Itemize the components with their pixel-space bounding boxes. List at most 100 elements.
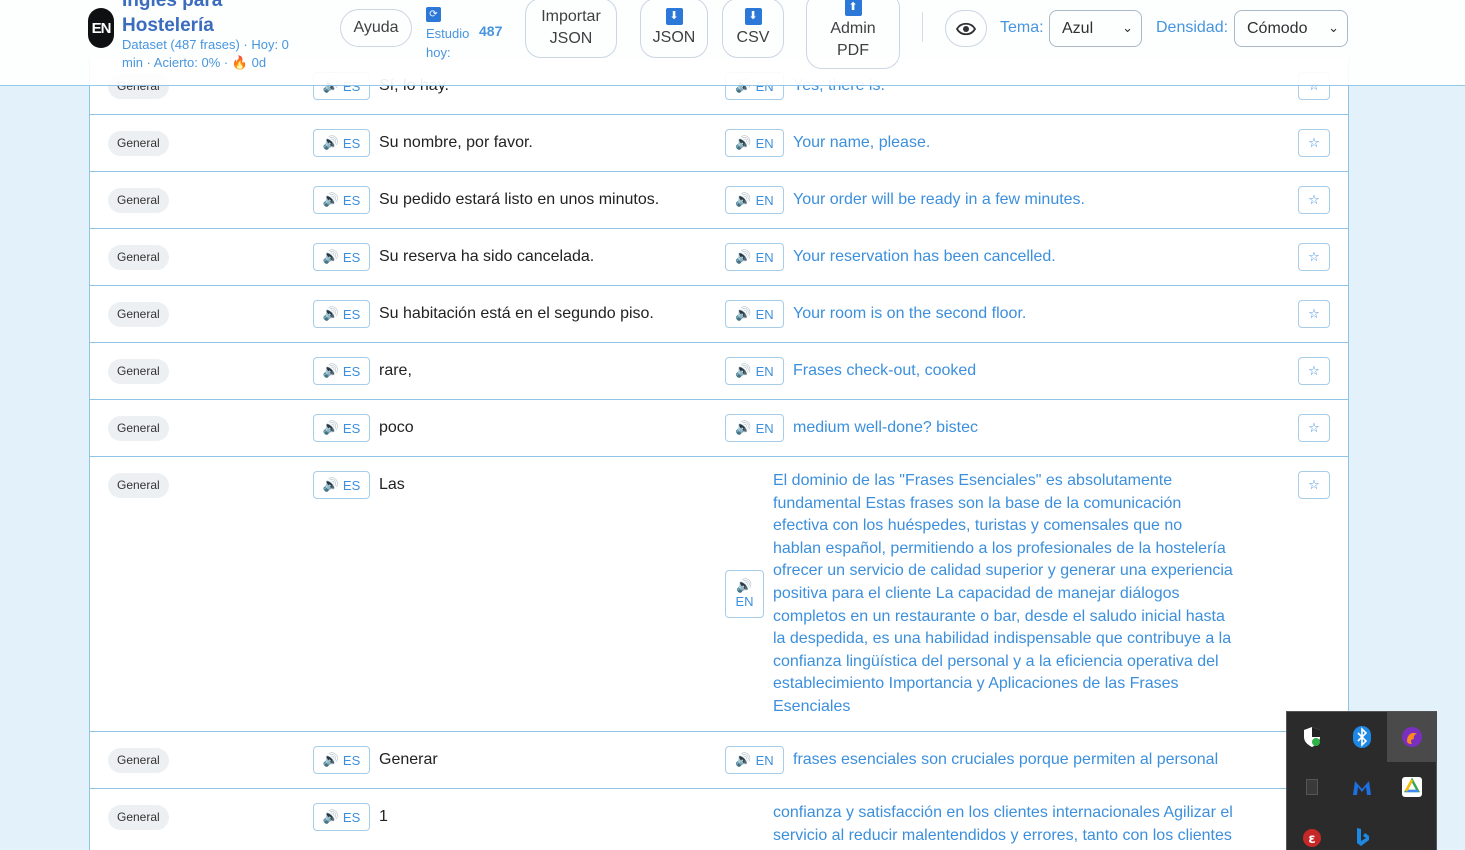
speaker-icon: 🔊 xyxy=(322,249,339,264)
phrase-es: Su nombre, por favor. xyxy=(379,134,533,151)
malwarebytes-icon[interactable] xyxy=(1337,762,1387,812)
table-row: General 🔊 ES Su reserva ha sido cancelada… xyxy=(90,229,1348,286)
table-row: General 🔊 ES 1 confianza y satisfacción e… xyxy=(90,789,1348,850)
category-tag: General xyxy=(108,188,169,213)
app-red-icon[interactable]: ε xyxy=(1287,812,1337,850)
play-es-button[interactable]: 🔊ES xyxy=(313,357,370,385)
play-en-button[interactable]: 🔊EN xyxy=(725,357,784,385)
chevron-down-icon: ⌄ xyxy=(1328,20,1339,35)
favorite-star-button[interactable]: ☆ xyxy=(1298,471,1330,499)
phrase-en: Frases check-out, cooked xyxy=(793,362,977,379)
download-icon: ⬇ xyxy=(744,7,762,25)
table-row: General 🔊 ES Su habitación está en el seg… xyxy=(90,286,1348,343)
json-label: JSON xyxy=(652,28,696,46)
phrase-en: frases esenciales son cruciales porque p… xyxy=(793,751,1219,768)
lang-code: ES xyxy=(342,809,361,825)
play-es-button[interactable]: 🔊ES xyxy=(313,186,370,214)
lang-code: EN xyxy=(755,420,774,436)
phrase-table: General 🔊ES Sí, lo hay. 🔊EN Yes, there i… xyxy=(89,58,1349,850)
phrase-en: confianza y satisfacción en los clientes… xyxy=(773,804,1233,844)
favorite-star-button[interactable]: ☆ xyxy=(1298,186,1330,214)
lang-code: EN xyxy=(755,752,774,768)
eye-icon xyxy=(956,22,976,35)
theme-value: Azul xyxy=(1062,19,1094,37)
table-row: General 🔊 ES Su nombre, por favor. 🔊 EN Yo… xyxy=(90,115,1348,172)
lang-code: EN xyxy=(755,135,774,151)
speaker-icon: 🔊 xyxy=(735,752,752,767)
lang-code: ES xyxy=(342,306,361,322)
help-button[interactable]: Ayuda xyxy=(340,9,412,47)
theme-label: Tema: xyxy=(1000,19,1044,36)
lang-code: ES xyxy=(342,192,361,208)
favorite-star-button[interactable]: ☆ xyxy=(1298,300,1330,328)
svg-text:ε: ε xyxy=(1308,832,1315,847)
play-en-button[interactable]: 🔊EN xyxy=(725,414,784,442)
phrase-en: Your reservation has been cancelled. xyxy=(793,248,1056,265)
category-tag: General xyxy=(108,748,169,773)
speaker-icon: 🔊 xyxy=(322,306,339,321)
play-es-button[interactable]: 🔊ES xyxy=(313,300,370,328)
blank-icon[interactable] xyxy=(1287,762,1337,812)
favorite-star-button[interactable]: ☆ xyxy=(1298,243,1330,271)
table-row: General 🔊 ES Generar 🔊 EN frases esenciale… xyxy=(90,732,1348,789)
play-es-button[interactable]: 🔊ES xyxy=(313,803,370,831)
play-es-button[interactable]: 🔊ES xyxy=(313,471,370,499)
toggle-visibility-button[interactable] xyxy=(945,10,987,47)
speaker-icon: 🔊 xyxy=(322,192,339,207)
download-csv-button[interactable]: ⬇ CSV xyxy=(722,0,784,58)
import-json-button[interactable]: Importar JSON xyxy=(525,0,617,58)
phrase-en: Your name, please. xyxy=(793,134,931,151)
phrase-es: Generar xyxy=(379,751,438,768)
speaker-icon: 🔊 xyxy=(322,420,339,435)
refresh-icon: ⟳ xyxy=(426,7,441,22)
study-today[interactable]: ⟳ Estudio hoy: 487 xyxy=(426,3,506,62)
study-count: 487 xyxy=(479,23,503,39)
shield-icon[interactable] xyxy=(1287,712,1337,762)
density-select[interactable]: Cómodo ⌄ xyxy=(1234,10,1348,47)
bluetooth-icon[interactable] xyxy=(1337,712,1387,762)
admin-pdf-button[interactable]: ⬆ Admin PDF xyxy=(806,0,900,69)
theme-select[interactable]: Azul ⌄ xyxy=(1049,10,1142,47)
speaker-icon: 🔊 xyxy=(736,578,753,593)
import-label: Importar JSON xyxy=(541,8,601,47)
phrase-es: 1 xyxy=(379,808,388,825)
lang-code: ES xyxy=(342,752,361,768)
speaker-icon: 🔊 xyxy=(322,752,339,767)
play-en-button[interactable]: 🔊EN xyxy=(725,746,784,774)
favorite-star-button[interactable]: ☆ xyxy=(1298,414,1330,442)
speaker-icon: 🔊 xyxy=(322,363,339,378)
speaker-icon: 🔊 xyxy=(735,192,752,207)
play-en-button[interactable]: 🔊EN xyxy=(725,129,784,157)
study-label: Estudio hoy: xyxy=(426,26,470,60)
play-en-button[interactable]: 🔊EN xyxy=(725,186,784,214)
category-tag: General xyxy=(108,473,169,498)
play-en-button[interactable]: 🔊EN xyxy=(725,243,784,271)
app-title: Inglés para Hostelería xyxy=(122,0,223,36)
download-json-button[interactable]: ⬇ JSON xyxy=(640,0,708,58)
category-tag: General xyxy=(108,245,169,270)
google-drive-icon[interactable] xyxy=(1387,762,1437,812)
csv-label: CSV xyxy=(736,28,770,46)
admin-label: Admin PDF xyxy=(830,20,876,59)
table-row: General 🔊 ES rare, 🔊 EN Frases check-out, … xyxy=(90,343,1348,400)
bing-icon[interactable] xyxy=(1337,812,1387,850)
speaker-icon: 🔊 xyxy=(322,135,339,150)
favorite-star-button[interactable]: ☆ xyxy=(1298,357,1330,385)
play-en-button[interactable]: 🔊EN xyxy=(725,300,784,328)
favorite-star-button[interactable]: ☆ xyxy=(1298,129,1330,157)
play-es-button[interactable]: 🔊ES xyxy=(313,243,370,271)
phrase-es: Su reserva ha sido cancelada. xyxy=(379,248,595,265)
play-es-button[interactable]: 🔊ES xyxy=(313,129,370,157)
header-divider xyxy=(922,12,923,42)
app-stats: Dataset (487 frases) · Hoy: 0 min · Acie… xyxy=(122,37,289,70)
play-es-button[interactable]: 🔊ES xyxy=(313,414,370,442)
phrase-en: medium well-done? bistec xyxy=(793,419,978,436)
help-label: Ayuda xyxy=(353,19,399,36)
play-es-button[interactable]: 🔊ES xyxy=(313,746,370,774)
category-tag: General xyxy=(108,805,169,830)
table-row: General 🔊 ES Las 🔊 EN El dominio de las "F… xyxy=(90,457,1348,732)
play-en-button[interactable]: 🔊EN xyxy=(725,570,764,618)
firefox-icon[interactable] xyxy=(1387,712,1437,762)
phrase-es: Su habitación está en el segundo piso. xyxy=(379,305,654,322)
phrase-es: rare, xyxy=(379,362,412,379)
